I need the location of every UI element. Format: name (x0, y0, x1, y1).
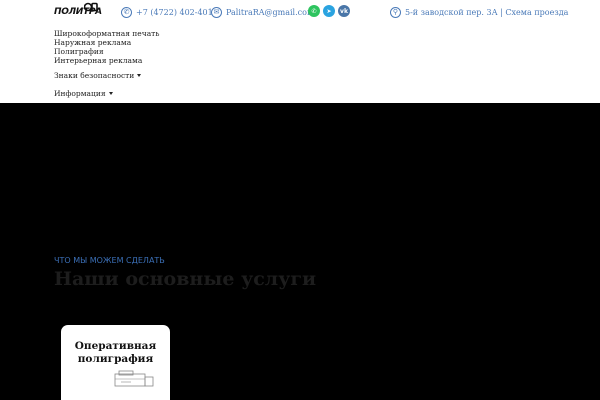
telegram-icon[interactable]: ➤ (323, 5, 335, 17)
address-text: 5-й заводской пер. 3А | Схема проезда (405, 7, 569, 17)
service-card-title: Оперативная полиграфия (61, 340, 170, 366)
service-card-title-line2: полиграфия (77, 353, 154, 365)
printer-icon (114, 370, 154, 387)
service-card-title-line1: Оперативная (74, 340, 157, 352)
menu-item-outdoor[interactable]: Наружная реклама (54, 38, 159, 47)
phone-number: +7 (4722) 402-401 (136, 7, 213, 17)
vk-icon[interactable]: vk (338, 5, 350, 17)
site-header: ПОЛИТРА ✆ +7 (4722) 402-401 ✉ PalitraRA@… (0, 0, 600, 103)
menu-item-safety-signs-label: Знаки безопасности (54, 71, 135, 80)
caret-down-icon (108, 92, 113, 95)
social-links: ✆ ➤ vk (308, 5, 350, 19)
logo[interactable]: ПОЛИТРА (54, 2, 102, 21)
hero-title: Наши основные услуги (54, 268, 317, 290)
email-address: PalitraRA@gmail.com (226, 7, 315, 17)
menu-item-info-label: Информация (54, 89, 106, 98)
caret-down-icon (137, 74, 142, 77)
hero-subtitle: ЧТО МЫ МОЖЕМ СДЕЛАТЬ (54, 256, 165, 265)
menu-item-wide-format[interactable]: Широкоформатная печать (54, 29, 159, 38)
main-menu: Широкоформатная печать Наружная реклама … (54, 29, 159, 98)
menu-item-safety-signs[interactable]: Знаки безопасности (54, 71, 159, 80)
whatsapp-icon[interactable]: ✆ (308, 5, 320, 17)
logo-mark-icon (84, 2, 98, 12)
menu-item-interior[interactable]: Интерьерная реклама (54, 56, 159, 65)
phone-link[interactable]: ✆ +7 (4722) 402-401 (121, 5, 213, 19)
menu-item-printing[interactable]: Полиграфия (54, 47, 159, 56)
email-link[interactable]: ✉ PalitraRA@gmail.com (211, 5, 315, 19)
menu-item-info[interactable]: Информация (54, 89, 159, 98)
phone-icon: ✆ (121, 6, 132, 18)
service-card[interactable]: Оперативная полиграфия (61, 325, 170, 400)
address-link[interactable]: ⚲ 5-й заводской пер. 3А | Схема проезда (390, 5, 568, 19)
email-icon: ✉ (211, 6, 222, 18)
location-pin-icon: ⚲ (390, 6, 401, 18)
